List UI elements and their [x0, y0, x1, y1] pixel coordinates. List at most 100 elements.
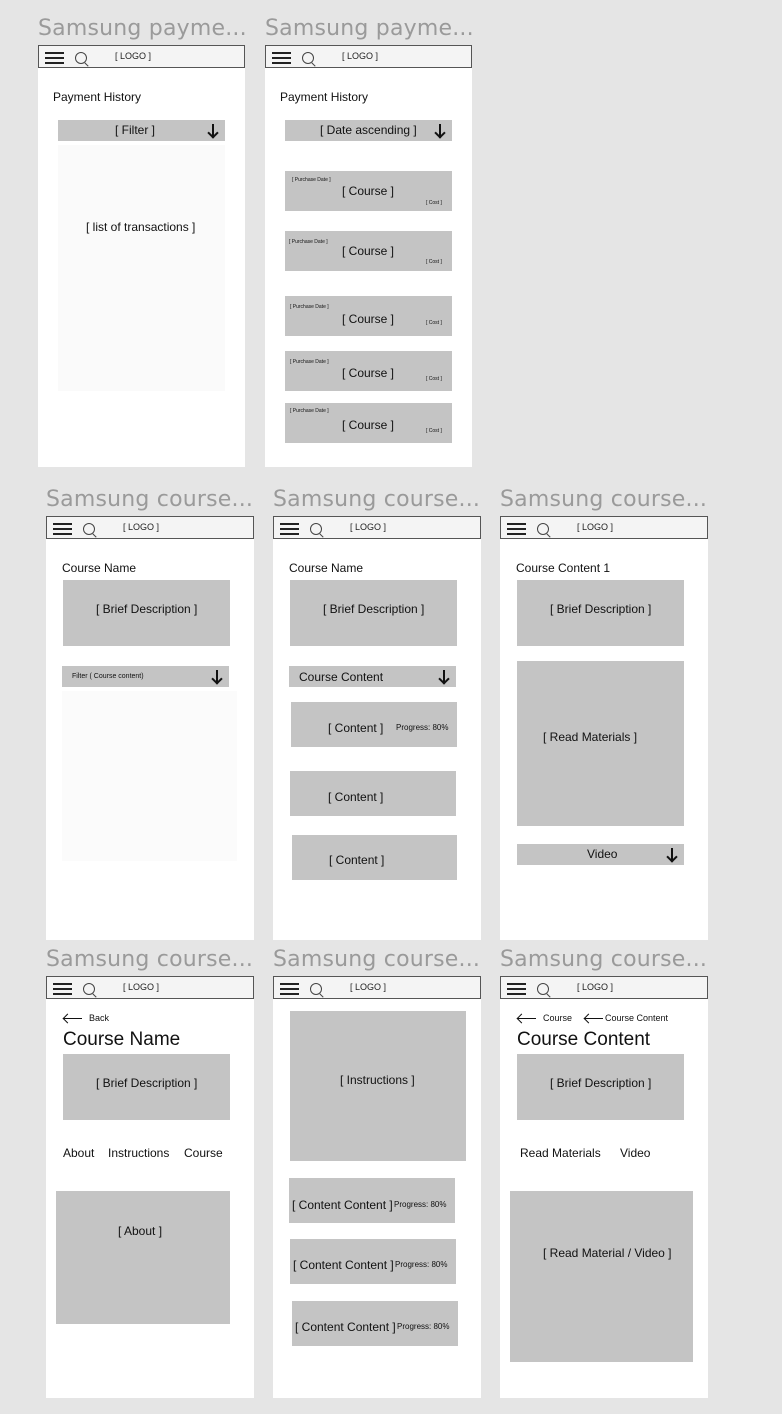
- hamburger-menu-icon[interactable]: [507, 523, 526, 535]
- hamburger-menu-icon[interactable]: [45, 52, 64, 64]
- instructions-text: [ Instructions ]: [340, 1073, 415, 1087]
- description-text: [ Brief Description ]: [96, 1076, 198, 1090]
- back-link[interactable]: Back: [64, 1012, 134, 1026]
- transaction-row[interactable]: [ Purchase Date ] [ Course ] [ Cost ]: [285, 296, 452, 336]
- top-bar: [ LOGO ]: [500, 976, 708, 999]
- tab-about[interactable]: About: [63, 1146, 94, 1160]
- purchase-date: [ Purchase Date ]: [290, 304, 329, 310]
- hamburger-menu-icon[interactable]: [53, 983, 72, 995]
- course-content-frame: [ LOGO ] Course Name [ Brief Description…: [273, 516, 481, 940]
- purchase-date: [ Purchase Date ]: [290, 408, 329, 414]
- frame-title: Samsung course...: [273, 947, 481, 972]
- logo: [ LOGO ]: [577, 522, 614, 532]
- search-icon[interactable]: [310, 523, 322, 535]
- course-content-dropdown[interactable]: Course Content: [289, 666, 456, 687]
- content-label: [ Content ]: [328, 721, 384, 735]
- tab-course[interactable]: Course: [184, 1146, 223, 1160]
- description-box: [ Brief Description ]: [517, 1054, 684, 1120]
- hamburger-menu-icon[interactable]: [53, 523, 72, 535]
- read-materials-box[interactable]: [ Read Materials ]: [517, 661, 684, 826]
- transaction-row[interactable]: [ Purchase Date ] [ Course ] [ Cost ]: [285, 231, 452, 271]
- logo: [ LOGO ]: [342, 51, 379, 61]
- video-label: Video: [587, 847, 618, 861]
- content-filter-dropdown[interactable]: Filter ( Course content): [62, 666, 229, 687]
- filter-dropdown[interactable]: [ Filter ]: [58, 120, 225, 141]
- arrow-left-icon: [64, 1014, 82, 1024]
- top-bar: [ LOGO ]: [46, 976, 254, 999]
- course-name: Course Name: [289, 561, 364, 575]
- search-icon[interactable]: [537, 983, 549, 995]
- description-text: [ Brief Description ]: [550, 602, 652, 616]
- video-dropdown[interactable]: Video: [517, 844, 684, 865]
- course-name: [ Course ]: [342, 312, 395, 326]
- course-name: [ Course ]: [342, 244, 395, 258]
- search-icon[interactable]: [310, 983, 322, 995]
- hamburger-menu-icon[interactable]: [280, 983, 299, 995]
- course-name: [ Course ]: [342, 366, 395, 380]
- content-item[interactable]: [ Content Content ] Progress: 80%: [292, 1301, 458, 1346]
- course-frame: [ LOGO ] Course Name [ Brief Description…: [46, 516, 254, 940]
- search-icon[interactable]: [83, 523, 95, 535]
- transaction-row[interactable]: [ Purchase Date ] [ Course ] [ Cost ]: [285, 171, 452, 211]
- search-icon[interactable]: [537, 523, 549, 535]
- logo: [ LOGO ]: [577, 982, 614, 992]
- description-text: [ Brief Description ]: [323, 602, 425, 616]
- search-icon[interactable]: [75, 52, 87, 64]
- filter-label: Filter ( Course content): [72, 673, 144, 680]
- breadcrumb-course[interactable]: Course: [518, 1012, 580, 1026]
- list-placeholder: [ list of transactions ]: [86, 220, 196, 234]
- tab-instructions[interactable]: Instructions: [108, 1146, 169, 1160]
- progress-text: Progress: 80%: [395, 1260, 448, 1269]
- search-icon[interactable]: [83, 983, 95, 995]
- course-name: [ Course ]: [342, 418, 395, 432]
- hamburger-menu-icon[interactable]: [507, 983, 526, 995]
- purchase-date: [ Purchase Date ]: [290, 359, 329, 365]
- content-text: [ Read Material / Video ]: [543, 1246, 672, 1260]
- top-bar: [ LOGO ]: [265, 45, 472, 68]
- cost: [ Cost ]: [426, 200, 442, 206]
- transaction-row[interactable]: [ Purchase Date ] [ Course ] [ Cost ]: [285, 403, 452, 443]
- top-bar: [ LOGO ]: [273, 516, 481, 539]
- top-bar: [ LOGO ]: [46, 516, 254, 539]
- transaction-row[interactable]: [ Purchase Date ] [ Course ] [ Cost ]: [285, 351, 452, 391]
- page-title: Payment History: [280, 90, 369, 104]
- cost: [ Cost ]: [426, 376, 442, 382]
- sort-dropdown[interactable]: [ Date ascending ]: [285, 120, 452, 141]
- arrow-left-icon: [518, 1014, 536, 1024]
- content-label: [ Content Content ]: [292, 1198, 393, 1212]
- frame-title: Samsung course...: [500, 487, 708, 512]
- content-list-area: [62, 691, 237, 861]
- arrow-down-icon: [208, 124, 218, 138]
- tab-read-materials[interactable]: Read Materials: [520, 1146, 601, 1160]
- frame-title: Samsung course...: [46, 487, 254, 512]
- hamburger-menu-icon[interactable]: [272, 52, 291, 64]
- page-title: Payment History: [53, 90, 142, 104]
- frame-title: Samsung course...: [500, 947, 708, 972]
- content-title: Course Content 1: [516, 561, 611, 575]
- description-text: [ Brief Description ]: [550, 1076, 652, 1090]
- description-box: [ Brief Description ]: [63, 1054, 230, 1120]
- content-item[interactable]: [ Content ]: [292, 835, 457, 880]
- hamburger-menu-icon[interactable]: [280, 523, 299, 535]
- description-box: [ Brief Description ]: [290, 580, 457, 646]
- logo: [ LOGO ]: [115, 51, 152, 61]
- instructions-frame: [ LOGO ] [ Instructions ] [ Content Cont…: [273, 976, 481, 1398]
- payment-history-frame: [ LOGO ] Payment History [ Filter ] [ li…: [38, 45, 245, 467]
- course-content-detail-frame: [ LOGO ] Course Content 1 [ Brief Descri…: [500, 516, 708, 940]
- content-item[interactable]: [ Content Content ] Progress: 80%: [290, 1239, 456, 1284]
- content-title: Course Content: [517, 1029, 651, 1050]
- content-item[interactable]: [ Content Content ] Progress: 80%: [289, 1178, 455, 1223]
- content-item[interactable]: [ Content ]: [290, 771, 456, 816]
- progress-text: Progress: 80%: [397, 1322, 450, 1331]
- payment-history-sorted-frame: [ LOGO ] Payment History [ Date ascendin…: [265, 45, 472, 467]
- content-item[interactable]: [ Content ] Progress: 80%: [291, 702, 457, 747]
- search-icon[interactable]: [302, 52, 314, 64]
- tab-video[interactable]: Video: [620, 1146, 650, 1160]
- description-text: [ Brief Description ]: [96, 602, 198, 616]
- arrow-down-icon: [439, 670, 449, 684]
- breadcrumb-course-content[interactable]: Course Content: [585, 1012, 685, 1026]
- filter-label: [ Filter ]: [115, 123, 156, 137]
- cost: [ Cost ]: [426, 428, 442, 434]
- top-bar: [ LOGO ]: [273, 976, 481, 999]
- description-box: [ Brief Description ]: [63, 580, 230, 646]
